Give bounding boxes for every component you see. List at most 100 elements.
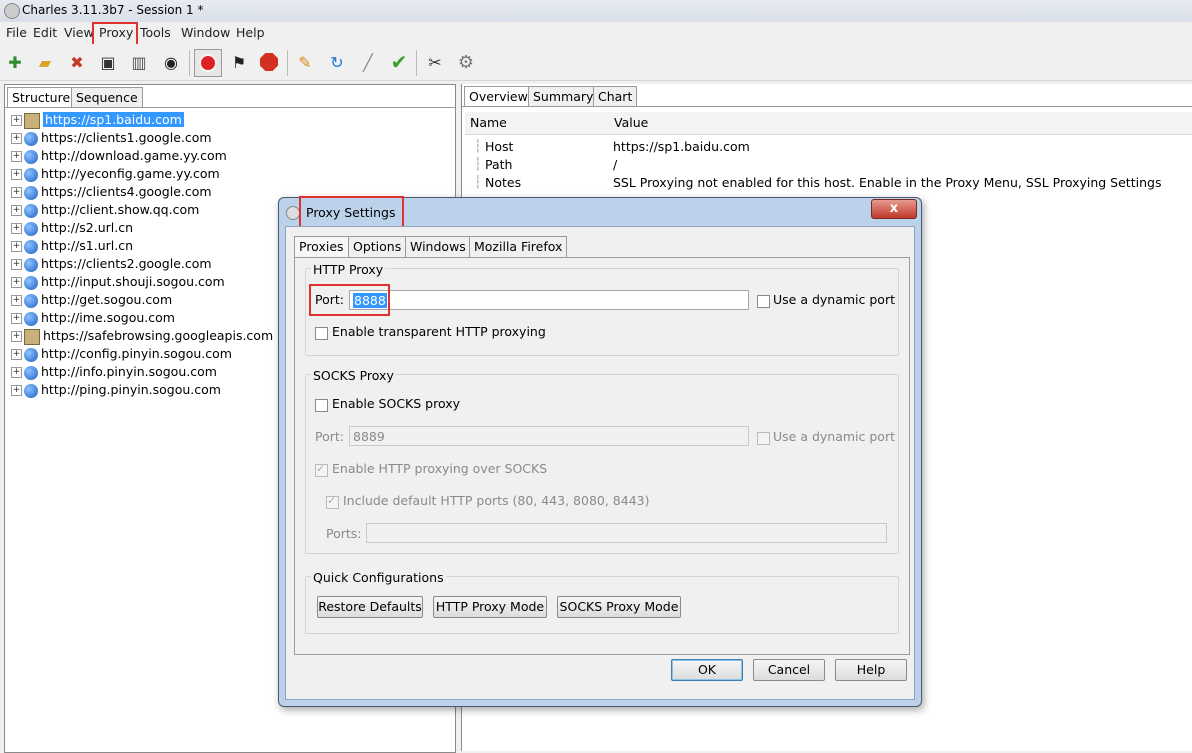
tree-item[interactable]: + http://s2.url.cn [11, 219, 133, 237]
tree-item[interactable]: + https://clients2.google.com [11, 255, 212, 273]
menu-file[interactable]: File [6, 25, 27, 40]
expand-icon[interactable]: + [11, 367, 22, 378]
globe-icon [24, 131, 38, 146]
globe-icon [24, 185, 38, 200]
menu-view[interactable]: View [64, 25, 94, 40]
lock-icon [24, 328, 40, 345]
tree-item[interactable]: + http://yeconfig.game.yy.com [11, 165, 220, 183]
expand-icon[interactable]: + [11, 277, 22, 288]
expand-icon[interactable]: + [11, 205, 22, 216]
settings-icon[interactable]: ⚙ [454, 50, 478, 74]
tab-overview[interactable]: Overview [464, 86, 533, 107]
tree-item[interactable]: + http://ping.pinyin.sogou.com [11, 381, 221, 399]
tree-item[interactable]: + http://get.sogou.com [11, 291, 172, 309]
globe-icon [24, 257, 38, 272]
menu-tools[interactable]: Tools [140, 25, 171, 40]
http-port-field[interactable]: 8888 [349, 290, 749, 310]
column-value[interactable]: Value [609, 112, 1192, 135]
close-icon[interactable]: x [871, 199, 917, 219]
tree-item[interactable]: + http://config.pinyin.sogou.com [11, 345, 232, 363]
open-icon[interactable]: ▰ [33, 50, 57, 74]
proxies-tab-panel: HTTP Proxy Port: 8888 Use a dynamic port… [294, 257, 910, 655]
expand-icon[interactable]: + [11, 313, 22, 324]
row-host-name: Host [485, 139, 514, 154]
compose-icon[interactable]: ✎ [293, 50, 317, 74]
expand-icon[interactable]: + [11, 115, 22, 126]
tree-item[interactable]: + http://info.pinyin.sogou.com [11, 363, 217, 381]
tree-item[interactable]: + https://sp1.baidu.com [11, 111, 184, 129]
tab-options[interactable]: Options [348, 236, 407, 257]
stop-icon[interactable] [257, 50, 281, 74]
http-proxy-mode-button[interactable]: HTTP Proxy Mode [433, 596, 547, 618]
column-name[interactable]: Name [465, 112, 614, 135]
tab-windows[interactable]: Windows [405, 236, 471, 257]
include-ports-checkbox[interactable] [326, 494, 339, 509]
highlight-port [309, 284, 390, 316]
tree-item[interactable]: + https://clients4.google.com [11, 183, 212, 201]
tree-item[interactable]: + http://client.show.qq.com [11, 201, 199, 219]
validate-icon[interactable]: ✔ [387, 50, 411, 74]
menu-window[interactable]: Window [181, 25, 230, 40]
restore-defaults-button[interactable]: Restore Defaults [317, 596, 423, 618]
expand-icon[interactable]: + [11, 223, 22, 234]
edit-icon[interactable]: ╱ [356, 50, 380, 74]
help-button[interactable]: Help [835, 659, 907, 681]
tab-mozilla-firefox[interactable]: Mozilla Firefox [469, 236, 568, 257]
expand-icon[interactable]: + [11, 385, 22, 396]
tree-lines: ┆ ┆ ┆ [474, 138, 482, 189]
clear-icon[interactable]: ▥ [127, 50, 151, 74]
http-proxy-label: HTTP Proxy [311, 262, 386, 277]
menu-edit[interactable]: Edit [33, 25, 57, 40]
repeat-icon[interactable]: ↻ [325, 50, 349, 74]
lock-icon [24, 112, 40, 129]
socks-port-field[interactable]: 8889 [349, 426, 749, 446]
tree-item[interactable]: + http://ime.sogou.com [11, 309, 175, 327]
enable-socks-checkbox[interactable] [315, 399, 328, 412]
socks-proxy-label: SOCKS Proxy [311, 368, 396, 383]
tab-summary[interactable]: Summary [528, 86, 599, 107]
find-icon[interactable]: ◉ [159, 50, 183, 74]
close-session-icon[interactable]: ✖ [65, 50, 89, 74]
tools-icon[interactable]: ✂ [423, 50, 447, 74]
ports-field[interactable] [366, 523, 887, 543]
record-icon[interactable] [194, 49, 222, 77]
expand-icon[interactable]: + [11, 151, 22, 162]
http-dynamic-port-checkbox[interactable] [757, 295, 770, 308]
transparent-proxy-checkbox[interactable] [315, 327, 328, 340]
expand-icon[interactable]: + [11, 241, 22, 252]
expand-icon[interactable]: + [11, 187, 22, 198]
ok-button[interactable]: OK [671, 659, 743, 681]
menu-help[interactable]: Help [236, 25, 265, 40]
expand-icon[interactable]: + [11, 259, 22, 270]
tab-sequence[interactable]: Sequence [71, 87, 143, 108]
tree-item[interactable]: + http://s1.url.cn [11, 237, 133, 255]
tree-item[interactable]: + https://clients1.google.com [11, 129, 212, 147]
http-over-socks-label: Enable HTTP proxying over SOCKS [332, 461, 548, 476]
expand-icon[interactable]: + [11, 133, 22, 144]
socks-dynamic-port-checkbox[interactable] [757, 432, 770, 445]
tree-item[interactable]: + https://safebrowsing.googleapis.com [11, 327, 273, 345]
tree-item-label: http://download.game.yy.com [41, 148, 227, 163]
socks-dynamic-port-label: Use a dynamic port [773, 429, 895, 444]
tree-item[interactable]: + http://download.game.yy.com [11, 147, 227, 165]
throttle-icon[interactable]: ⚑ [227, 50, 251, 74]
http-over-socks-checkbox[interactable] [315, 462, 328, 477]
globe-icon [24, 275, 38, 290]
globe-icon [24, 239, 38, 254]
tab-proxies[interactable]: Proxies [294, 236, 349, 258]
expand-icon[interactable]: + [11, 349, 22, 360]
expand-icon[interactable]: + [11, 331, 22, 342]
new-session-icon[interactable]: ✚ [3, 50, 27, 74]
window-title: Charles 3.11.3b7 - Session 1 * [22, 3, 204, 17]
socks-proxy-mode-button[interactable]: SOCKS Proxy Mode [557, 596, 681, 618]
expand-icon[interactable]: + [11, 295, 22, 306]
http-proxy-group [305, 268, 899, 356]
save-icon[interactable]: ▣ [96, 50, 120, 74]
tree-item-label: http://config.pinyin.sogou.com [41, 346, 232, 361]
expand-icon[interactable]: + [11, 169, 22, 180]
tab-structure[interactable]: Structure [7, 87, 76, 108]
cancel-button[interactable]: Cancel [753, 659, 825, 681]
globe-icon [24, 293, 38, 308]
tab-chart[interactable]: Chart [593, 86, 638, 107]
tree-item[interactable]: + http://input.shouji.sogou.com [11, 273, 225, 291]
